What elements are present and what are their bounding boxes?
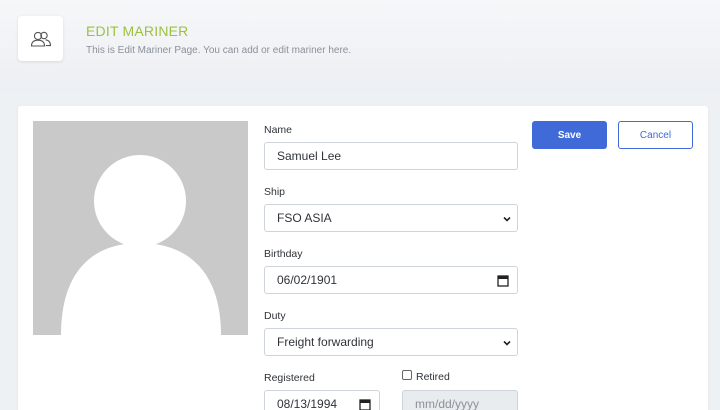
birthday-value: 06/02/1901 — [277, 273, 338, 287]
registered-label: Registered — [264, 372, 315, 384]
ship-select[interactable]: FSO ASIA — [264, 204, 518, 232]
chevron-down-icon — [503, 340, 511, 346]
page-title: EDIT MARINER — [86, 23, 189, 39]
calendar-icon[interactable] — [497, 274, 509, 287]
name-label: Name — [264, 124, 293, 136]
retired-placeholder: mm/dd/yyyy — [415, 397, 480, 410]
retired-date-input[interactable]: mm/dd/yyyy — [402, 390, 518, 410]
page-subtitle: This is Edit Mariner Page. You can add o… — [86, 45, 352, 56]
duty-select[interactable]: Freight forwarding — [264, 328, 518, 356]
ship-label: Ship — [264, 186, 286, 198]
registered-input[interactable]: 08/13/1994 — [264, 390, 380, 410]
ship-value: FSO ASIA — [277, 211, 332, 225]
chevron-down-icon — [503, 216, 511, 222]
name-input[interactable]: Samuel Lee — [264, 142, 518, 170]
duty-value: Freight forwarding — [277, 335, 374, 349]
avatar[interactable] — [33, 121, 248, 335]
page-header: EDIT MARINER This is Edit Mariner Page. … — [0, 0, 720, 92]
retired-checkbox[interactable] — [402, 370, 412, 380]
calendar-icon[interactable] — [359, 398, 371, 410]
header-icon-box — [18, 16, 63, 61]
birthday-input[interactable]: 06/02/1901 — [264, 266, 518, 294]
duty-label: Duty — [264, 310, 286, 322]
birthday-label: Birthday — [264, 248, 303, 260]
retired-label: Retired — [416, 371, 450, 383]
name-value: Samuel Lee — [277, 149, 342, 163]
save-button[interactable]: Save — [532, 121, 607, 149]
cancel-button[interactable]: Cancel — [618, 121, 693, 149]
avatar-placeholder-icon — [61, 155, 221, 335]
users-icon — [30, 31, 51, 47]
registered-value: 08/13/1994 — [277, 397, 338, 410]
